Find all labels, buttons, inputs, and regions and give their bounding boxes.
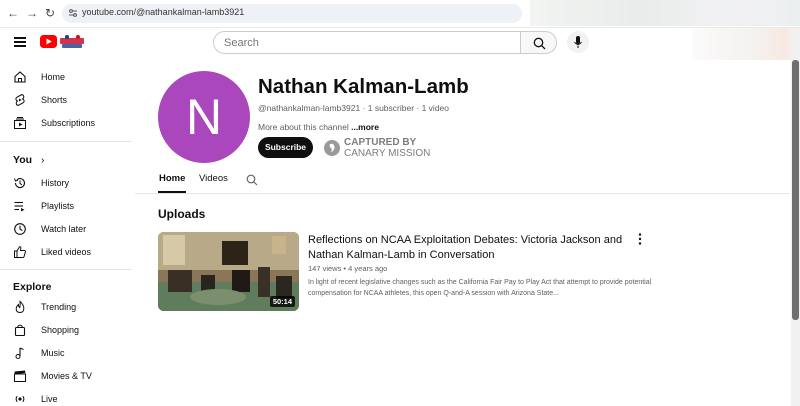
live-icon [15, 395, 25, 403]
music-icon [15, 347, 24, 359]
subscriptions-icon [14, 117, 26, 129]
sidebar-item-live[interactable]: Live [0, 388, 135, 406]
sidebar-item-label: Liked videos [41, 247, 92, 257]
sidebar-item-subscriptions[interactable]: Subscriptions [0, 112, 135, 134]
sidebar-item-playlists[interactable]: Playlists [0, 195, 135, 217]
video-description: In light of recent legislative changes s… [308, 279, 652, 297]
video-thumbnail[interactable]: 50:14 [158, 232, 299, 311]
address-bar[interactable]: youtube.com/@nathankalman-lamb3921 [62, 4, 522, 23]
scrollbar-thumb[interactable] [792, 60, 799, 320]
channel-name: Nathan Kalman-Lamb [258, 75, 469, 98]
voice-search-button[interactable] [567, 31, 589, 53]
history-icon [14, 178, 26, 189]
tab-home[interactable]: Home [159, 173, 185, 184]
home-icon [14, 71, 26, 83]
more-actions-icon[interactable] [636, 232, 644, 246]
tab-videos[interactable]: Videos [199, 173, 228, 184]
subscribe-button[interactable]: Subscribe [258, 137, 313, 158]
youtube-logo[interactable] [40, 33, 86, 51]
sidebar-item-trending[interactable]: Trending [0, 296, 135, 318]
forward-icon[interactable]: → [25, 6, 39, 20]
channel-meta: @nathankalman-lamb3921 · 1 subscriber · … [258, 103, 450, 113]
microphone-icon [574, 36, 582, 48]
playlists-icon [14, 201, 25, 212]
uploads-heading[interactable]: Uploads [158, 207, 205, 221]
sidebar-explore-heading: Explore [13, 281, 52, 293]
reload-icon[interactable]: ↻ [43, 6, 57, 20]
sidebar-you-heading[interactable]: You › [13, 154, 44, 166]
shorts-icon [15, 93, 25, 107]
search-box[interactable] [213, 31, 521, 54]
trending-icon [15, 300, 25, 314]
shopping-icon [14, 324, 26, 337]
canary-mission-icon [324, 140, 340, 156]
video-title[interactable]: Reflections on NCAA Exploitation Debates… [308, 233, 628, 263]
captured-by-badge: CAPTURED BY CANARY MISSION [344, 137, 430, 159]
sidebar-item-liked-videos[interactable]: Liked videos [0, 241, 135, 263]
sidebar-item-music[interactable]: Music [0, 342, 135, 364]
chevron-right-icon: › [40, 154, 45, 166]
video-duration: 50:14 [269, 296, 295, 307]
sidebar-item-label: Live [41, 394, 58, 404]
channel-avatar: N [158, 71, 250, 163]
sidebar-item-label: Watch later [41, 224, 87, 234]
sidebar: Home Shorts Subscriptions You › History … [0, 64, 135, 406]
sidebar-item-label: History [41, 178, 70, 188]
site-settings-icon[interactable] [68, 8, 78, 18]
sidebar-item-watch-later[interactable]: Watch later [0, 218, 135, 240]
watch-later-icon [14, 223, 26, 235]
browser-toolbar: ← → ↻ youtube.com/@nathankalman-lamb3921 [0, 0, 800, 28]
sidebar-item-label: Subscriptions [41, 118, 96, 128]
sidebar-item-shorts[interactable]: Shorts [0, 89, 135, 111]
channel-description[interactable]: More about this channel ...more [258, 122, 379, 132]
channel-description-text: More about this channel [258, 122, 352, 132]
sidebar-item-movies-tv[interactable]: Movies & TV [0, 365, 135, 387]
sidebar-divider [0, 269, 132, 270]
video-meta: 147 views • 4 years ago [308, 264, 388, 273]
sidebar-item-label: Playlists [41, 201, 75, 211]
sidebar-divider [0, 141, 132, 142]
sidebar-item-label: Movies & TV [41, 371, 92, 381]
url-text: youtube.com/@nathankalman-lamb3921 [82, 7, 245, 17]
more-link[interactable]: ...more [351, 122, 379, 132]
sidebar-item-home[interactable]: Home [0, 66, 135, 88]
search-icon [533, 37, 546, 50]
back-icon[interactable]: ← [6, 6, 20, 20]
sidebar-item-label: Music [41, 348, 65, 358]
blurred-region [530, 0, 800, 26]
channel-search-icon[interactable] [246, 174, 258, 186]
sidebar-item-history[interactable]: History [0, 172, 135, 194]
sidebar-item-label: Shorts [41, 95, 68, 105]
movies-icon [14, 370, 26, 382]
you-heading-label: You [13, 154, 33, 166]
liked-videos-icon [14, 246, 26, 258]
sidebar-item-label: Trending [41, 302, 77, 312]
menu-icon[interactable] [14, 37, 26, 47]
sidebar-item-label: Home [41, 72, 66, 82]
search-input[interactable] [224, 36, 504, 50]
sidebar-item-label: Shopping [41, 325, 80, 335]
blurred-region [692, 28, 800, 60]
tabs-divider [135, 193, 790, 194]
captured-line-1: CAPTURED BY [344, 137, 417, 148]
sidebar-item-shopping[interactable]: Shopping [0, 319, 135, 341]
search-button[interactable] [520, 31, 557, 54]
captured-line-2: CANARY MISSION [344, 148, 431, 159]
